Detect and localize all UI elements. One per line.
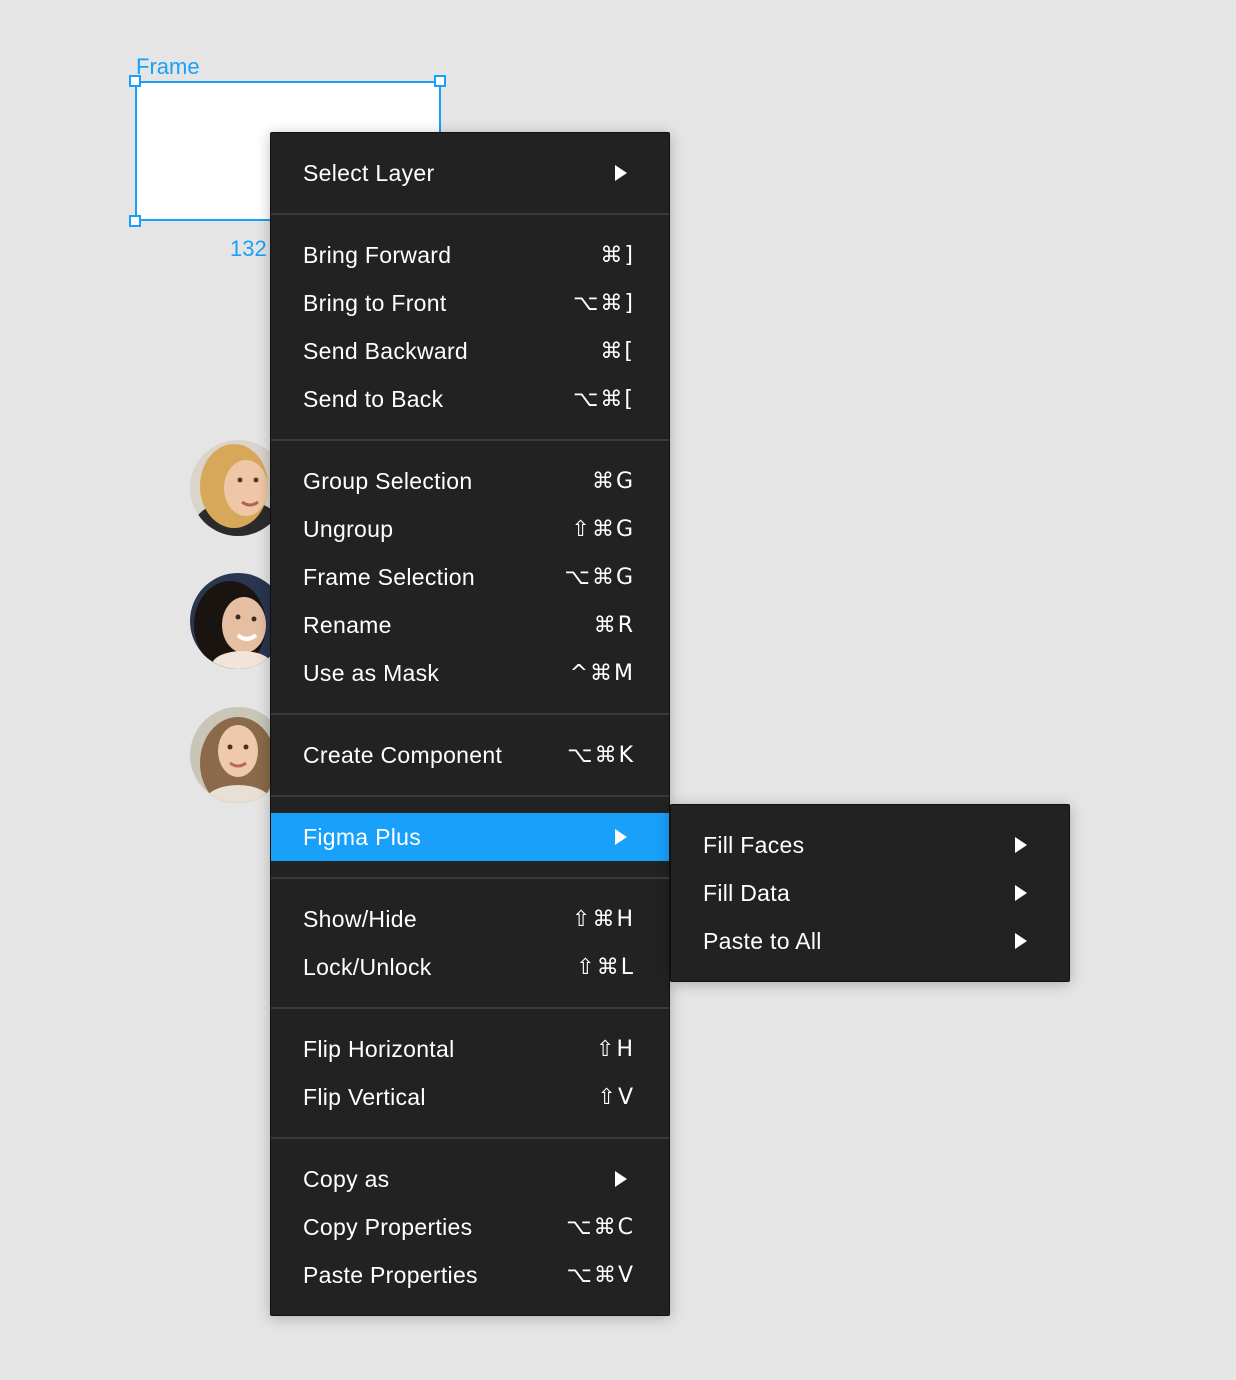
submenu-arrow-icon [1015,885,1027,901]
menu-item-paste-properties[interactable]: Paste Properties ⌥⌘V [271,1251,669,1299]
menu-item-shortcut: ⌘[ [600,338,635,364]
submenu-item-label: Fill Data [703,879,791,906]
menu-item-label: Create Component [303,741,503,768]
menu-item-label: Group Selection [303,467,473,494]
menu-item-label: Copy as [303,1165,390,1192]
frame-name-label[interactable]: Frame [136,54,200,80]
menu-item-label: Rename [303,611,392,638]
menu-item-show-hide[interactable]: Show/Hide ⇧⌘H [271,895,669,943]
menu-item-shortcut: ⌥⌘C [566,1214,635,1240]
submenu-arrow-icon [615,829,627,845]
resize-handle-top-left[interactable] [129,75,141,87]
menu-item-shortcut: ⌘] [600,242,635,268]
menu-item-flip-horizontal[interactable]: Flip Horizontal ⇧H [271,1025,669,1073]
menu-item-create-component[interactable]: Create Component ⌥⌘K [271,731,669,779]
menu-item-label: Ungroup [303,515,394,542]
menu-item-shortcut: ⌥⌘G [564,564,635,590]
menu-item-send-to-back[interactable]: Send to Back ⌥⌘[ [271,375,669,423]
menu-item-lock-unlock[interactable]: Lock/Unlock ⇧⌘L [271,943,669,991]
menu-item-bring-to-front[interactable]: Bring to Front ⌥⌘] [271,279,669,327]
resize-handle-top-right[interactable] [434,75,446,87]
menu-separator [271,213,669,215]
menu-separator [271,1007,669,1009]
submenu-arrow-icon [615,165,627,181]
menu-item-select-layer[interactable]: Select Layer [271,149,669,197]
menu-item-label: Frame Selection [303,563,475,590]
menu-item-shortcut: ⇧⌘G [571,516,635,542]
menu-item-label: Figma Plus [303,823,422,850]
submenu-item-paste-to-all[interactable]: Paste to All [671,917,1069,965]
menu-item-label: Lock/Unlock [303,953,432,980]
menu-item-shortcut: ⌘R [593,612,635,638]
menu-item-group-selection[interactable]: Group Selection ⌘G [271,457,669,505]
menu-item-send-backward[interactable]: Send Backward ⌘[ [271,327,669,375]
menu-item-use-as-mask[interactable]: Use as Mask ^⌘M [271,649,669,697]
menu-item-label: Bring to Front [303,289,447,316]
menu-separator [271,1137,669,1139]
menu-item-figma-plus[interactable]: Figma Plus [271,813,669,861]
menu-item-shortcut: ⌥⌘[ [573,386,635,412]
menu-separator [271,713,669,715]
figma-plus-submenu: Fill Faces Fill Data Paste to All [670,804,1070,982]
menu-item-label: Show/Hide [303,905,417,932]
menu-separator [271,795,669,797]
menu-item-shortcut: ⌥⌘K [567,742,635,768]
menu-item-label: Use as Mask [303,659,440,686]
menu-separator [271,877,669,879]
menu-item-copy-properties[interactable]: Copy Properties ⌥⌘C [271,1203,669,1251]
menu-item-flip-vertical[interactable]: Flip Vertical ⇧V [271,1073,669,1121]
menu-item-label: Paste Properties [303,1261,478,1288]
submenu-arrow-icon [1015,837,1027,853]
submenu-item-fill-data[interactable]: Fill Data [671,869,1069,917]
context-menu: Select Layer Bring Forward ⌘] Bring to Fron… [270,132,670,1316]
menu-item-label: Send to Back [303,385,444,412]
menu-item-frame-selection[interactable]: Frame Selection ⌥⌘G [271,553,669,601]
submenu-item-label: Fill Faces [703,831,805,858]
menu-item-label: Copy Properties [303,1213,473,1240]
submenu-arrow-icon [1015,933,1027,949]
menu-item-label: Send Backward [303,337,468,364]
menu-item-shortcut: ⇧⌘H [572,906,635,932]
menu-item-label: Select Layer [303,159,435,186]
menu-item-rename[interactable]: Rename ⌘R [271,601,669,649]
resize-handle-bottom-left[interactable] [129,215,141,227]
menu-item-label: Bring Forward [303,241,452,268]
menu-item-shortcut: ⇧⌘L [576,954,635,980]
menu-item-shortcut: ⌥⌘V [566,1262,635,1288]
menu-item-ungroup[interactable]: Ungroup ⇧⌘G [271,505,669,553]
submenu-item-fill-faces[interactable]: Fill Faces [671,821,1069,869]
menu-item-shortcut: ⌥⌘] [573,290,635,316]
frame-size-label: 132 [230,236,267,261]
menu-item-bring-forward[interactable]: Bring Forward ⌘] [271,231,669,279]
menu-item-label: Flip Horizontal [303,1035,455,1062]
menu-item-label: Flip Vertical [303,1083,426,1110]
submenu-arrow-icon [615,1171,627,1187]
submenu-item-label: Paste to All [703,927,822,954]
menu-item-shortcut: ⇧V [597,1084,635,1110]
menu-item-shortcut: ⌘G [591,468,635,494]
menu-separator [271,439,669,441]
menu-item-copy-as[interactable]: Copy as [271,1155,669,1203]
menu-item-shortcut: ⇧H [596,1036,635,1062]
menu-item-shortcut: ^⌘M [569,660,635,686]
